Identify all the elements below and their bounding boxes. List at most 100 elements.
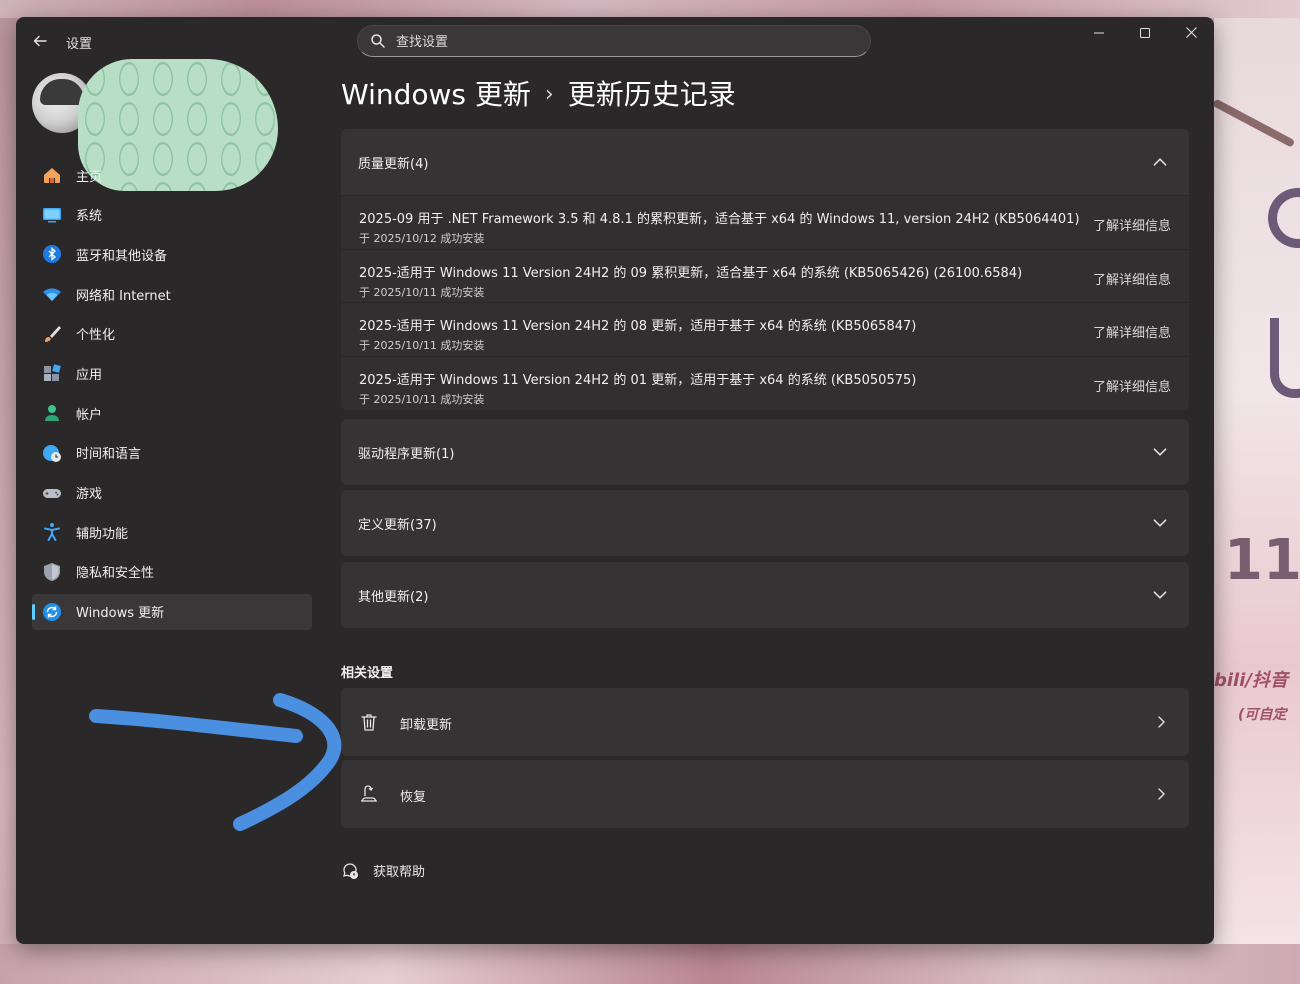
list-item: 2025-适用于 Windows 11 Version 24H2 的 01 更新… bbox=[341, 356, 1189, 410]
maximize-button[interactable] bbox=[1122, 21, 1168, 47]
sidebar-item-apps[interactable]: 应用 bbox=[32, 355, 312, 391]
definition-updates-group[interactable]: 定义更新(37) bbox=[341, 490, 1189, 556]
chevron-down-icon bbox=[1153, 448, 1167, 456]
sidebar-item-windows-update[interactable]: Windows 更新 bbox=[32, 593, 312, 630]
sidebar-item-label: 隐私和安全性 bbox=[76, 566, 155, 582]
sidebar-item-label: 应用 bbox=[76, 367, 103, 383]
breadcrumb: Windows 更新 › 更新历史记录 bbox=[341, 73, 736, 113]
account-icon bbox=[45, 405, 59, 422]
group-label: 驱动程序更新(1) bbox=[358, 446, 455, 462]
sidebar-item-label: 时间和语言 bbox=[76, 447, 142, 463]
sidebar-item-bluetooth[interactable]: 蓝牙和其他设备 bbox=[32, 236, 312, 272]
list-item: 2025-09 用于 .NET Framework 3.5 和 4.8.1 的累… bbox=[341, 195, 1189, 249]
sidebar-item-network[interactable]: 网络和 Internet bbox=[32, 276, 312, 312]
accessibility-icon bbox=[44, 523, 60, 542]
sidebar-item-label: 网络和 Internet bbox=[76, 288, 171, 304]
close-icon bbox=[1185, 27, 1197, 38]
get-help-link[interactable]: 获取帮助 bbox=[341, 861, 425, 880]
sidebar-item-personalization[interactable]: 个性化 bbox=[32, 316, 312, 352]
uninstall-updates-button[interactable]: 卸载更新 bbox=[341, 688, 1189, 756]
driver-updates-header[interactable]: 驱动程序更新(1) bbox=[341, 419, 1189, 485]
wallpaper-branch bbox=[1214, 98, 1296, 148]
wallpaper-tag-1: bili/抖音 bbox=[1214, 670, 1288, 691]
minimize-icon bbox=[1094, 32, 1104, 34]
close-button[interactable] bbox=[1168, 21, 1214, 47]
sidebar-item-label: 个性化 bbox=[76, 328, 116, 344]
chevron-down-icon bbox=[1153, 591, 1167, 599]
sidebar-item-label: 系统 bbox=[76, 209, 103, 225]
bluetooth-icon bbox=[43, 245, 61, 264]
update-date: 于 2025/10/11 成功安装 bbox=[359, 393, 485, 407]
list-item: 2025-适用于 Windows 11 Version 24H2 的 09 累积… bbox=[341, 248, 1189, 303]
chevron-down-icon bbox=[1153, 519, 1167, 527]
group-label: 质量更新(4) bbox=[358, 156, 429, 172]
apps-icon bbox=[44, 364, 61, 382]
wallpaper-right: 11:4 bili/抖音 (可自定 bbox=[1214, 18, 1300, 944]
globe-clock-icon bbox=[43, 444, 61, 462]
update-date: 于 2025/10/11 成功安装 bbox=[359, 339, 485, 353]
quality-updates-header[interactable]: 质量更新(4) bbox=[341, 129, 1189, 195]
sidebar-item-label: Windows 更新 bbox=[76, 606, 165, 622]
sidebar-item-label: 辅助功能 bbox=[76, 526, 129, 542]
wallpaper-tag-2: (可自定 bbox=[1238, 707, 1287, 723]
system-icon bbox=[43, 207, 61, 223]
get-help-label: 获取帮助 bbox=[373, 865, 426, 880]
sidebar-item-accessibility[interactable]: 辅助功能 bbox=[32, 514, 312, 550]
group-label: 其他更新(2) bbox=[358, 589, 429, 605]
app-title: 设置 bbox=[66, 37, 93, 52]
sidebar-item-label: 帐户 bbox=[76, 407, 103, 423]
list-item: 2025-适用于 Windows 11 Version 24H2 的 08 更新… bbox=[341, 302, 1189, 356]
sidebar-item-label: 蓝牙和其他设备 bbox=[76, 248, 168, 264]
chevron-right-icon bbox=[1158, 788, 1165, 800]
quality-updates-list: 2025-09 用于 .NET Framework 3.5 和 4.8.1 的累… bbox=[341, 195, 1189, 410]
sidebar-item-accounts[interactable]: 帐户 bbox=[32, 395, 312, 431]
chevron-right-icon bbox=[1158, 716, 1165, 728]
update-title: 2025-09 用于 .NET Framework 3.5 和 4.8.1 的累… bbox=[359, 212, 1080, 227]
breadcrumb-parent[interactable]: Windows 更新 bbox=[341, 78, 531, 111]
search-icon bbox=[371, 34, 385, 48]
home-icon bbox=[44, 168, 60, 183]
help-icon bbox=[343, 862, 358, 879]
driver-updates-group[interactable]: 驱动程序更新(1) bbox=[341, 419, 1189, 485]
update-title: 2025-适用于 Windows 11 Version 24H2 的 09 累积… bbox=[359, 265, 1023, 281]
chevron-up-icon bbox=[1153, 158, 1167, 166]
search-box[interactable] bbox=[357, 25, 871, 57]
title-bar: 设置 bbox=[16, 17, 1214, 65]
learn-more-link[interactable]: 了解详细信息 bbox=[1093, 269, 1171, 288]
quality-updates-group: 质量更新(4) 2025-09 用于 .NET Framework 3.5 和 … bbox=[341, 129, 1189, 410]
update-title: 2025-适用于 Windows 11 Version 24H2 的 08 更新… bbox=[359, 319, 917, 335]
minimize-button[interactable] bbox=[1076, 21, 1122, 47]
recovery-button[interactable]: 恢复 bbox=[341, 760, 1189, 828]
other-updates-header[interactable]: 其他更新(2) bbox=[341, 562, 1189, 628]
maximize-icon bbox=[1140, 28, 1150, 38]
wallpaper-glyph-c bbox=[1268, 188, 1300, 248]
sidebar-nav: 主页 系统 蓝牙和其他设备 网络和 Internet 个性化 应用 帐户 时间和… bbox=[32, 157, 312, 633]
sidebar-item-privacy[interactable]: 隐私和安全性 bbox=[32, 554, 312, 590]
uninstall-updates-label: 卸载更新 bbox=[400, 718, 453, 733]
shield-icon bbox=[44, 562, 60, 581]
page-title: 更新历史记录 bbox=[567, 78, 736, 111]
wallpaper-clock: 11:4 bbox=[1224, 528, 1300, 593]
other-updates-group[interactable]: 其他更新(2) bbox=[341, 562, 1189, 628]
group-label: 定义更新(37) bbox=[358, 517, 437, 533]
learn-more-link[interactable]: 了解详细信息 bbox=[1093, 376, 1171, 395]
wifi-icon bbox=[43, 288, 61, 302]
update-date: 于 2025/10/11 成功安装 bbox=[359, 285, 485, 299]
sidebar-item-system[interactable]: 系统 bbox=[32, 197, 312, 233]
sidebar-item-home[interactable]: 主页 bbox=[32, 157, 312, 193]
recovery-icon bbox=[361, 785, 377, 802]
chevron-right-icon: › bbox=[544, 82, 554, 107]
definition-updates-header[interactable]: 定义更新(37) bbox=[341, 490, 1189, 556]
avatar-hair bbox=[40, 79, 84, 105]
search-input[interactable] bbox=[396, 31, 856, 53]
brush-icon bbox=[45, 325, 61, 342]
sidebar-item-label: 游戏 bbox=[76, 487, 103, 502]
learn-more-link[interactable]: 了解详细信息 bbox=[1093, 215, 1171, 234]
related-settings-heading: 相关设置 bbox=[341, 666, 394, 681]
sidebar-item-time-language[interactable]: 时间和语言 bbox=[32, 435, 312, 471]
update-date: 于 2025/10/12 成功安装 bbox=[359, 232, 485, 245]
sidebar-item-gaming[interactable]: 游戏 bbox=[32, 475, 312, 511]
back-button[interactable] bbox=[28, 29, 52, 53]
learn-more-link[interactable]: 了解详细信息 bbox=[1093, 322, 1171, 341]
wallpaper-glyph-u bbox=[1270, 318, 1300, 398]
